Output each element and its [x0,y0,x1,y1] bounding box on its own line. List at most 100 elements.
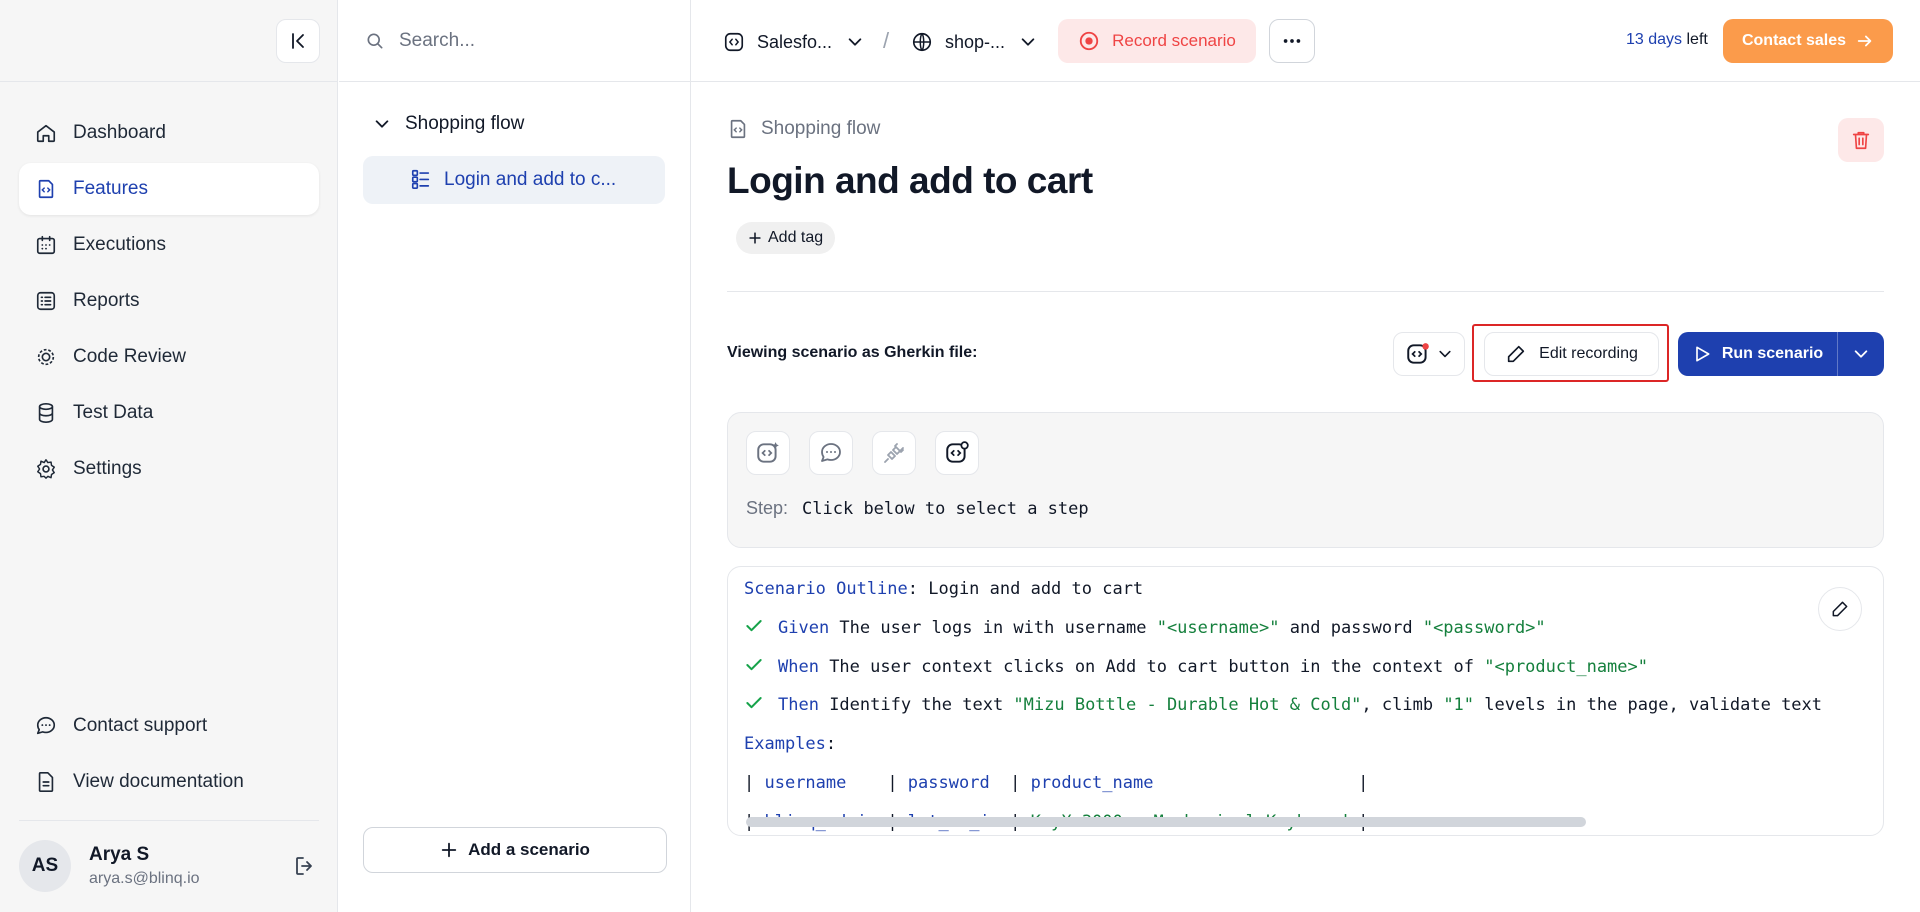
sidebar-item-label: Settings [73,458,142,479]
code-text: , climb [1361,695,1444,715]
chat-icon [33,713,59,739]
keyword: Examples [744,734,826,754]
sidebar-item-reports[interactable]: Reports [19,275,319,327]
comment-step-button[interactable] [809,431,853,475]
code-line-examples[interactable]: Examples: [744,732,836,756]
plus-icon [748,231,762,245]
record-icon [1078,30,1100,52]
sidebar-item-label: Test Data [73,402,154,423]
edit-recording-button[interactable]: Edit recording [1484,332,1659,376]
code-settings-icon [946,441,969,463]
keyword: Scenario Outline [744,579,908,599]
code-text: : [825,734,837,754]
horizontal-scrollbar[interactable] [746,817,1586,827]
sidebar-item-settings[interactable]: Settings [19,443,319,495]
sidebar: Dashboard Features Executions Reports Co… [0,0,338,912]
step-row: Step: Click below to select a step [746,498,1089,519]
sidebar-item-test-data[interactable]: Test Data [19,387,319,439]
code-text: levels in the page, validate text [1474,695,1823,715]
user-name: Arya S [89,844,150,865]
sidebar-item-label: Reports [73,290,140,311]
search-bar[interactable]: Search... [339,0,690,82]
check-icon [744,693,778,713]
contact-sales-button[interactable]: Contact sales [1723,19,1893,63]
user-email: arya.s@blinq.io [89,870,200,887]
keyword: When [778,657,819,677]
sidebar-header [0,0,337,82]
examples-table-header[interactable]: | username | password | product_name | [744,771,1368,795]
chevron-down-icon [1437,346,1453,362]
tree-item-login-and-add-to-cart[interactable]: Login and add to c... [363,156,665,204]
settings-code-step-button[interactable] [935,431,979,475]
add-tag-label: Add tag [768,229,824,246]
string-literal: "<password>" [1422,618,1546,638]
table-cell: product_name [1030,773,1348,793]
view-documentation-label: View documentation [73,771,244,792]
string-literal: "1" [1443,695,1475,715]
string-literal: "<username>" [1156,618,1280,638]
delete-scenario-button[interactable] [1838,118,1884,162]
avatar[interactable]: AS [19,840,71,892]
step-panel: Step: Click below to select a step [727,412,1884,548]
arrow-right-icon [1856,32,1874,50]
feature-name: Shopping flow [761,118,881,139]
keyword: Then [778,695,819,715]
document-icon [33,769,59,795]
step-text: Click below to select a step [802,498,1089,519]
collapse-sidebar-button[interactable] [276,19,320,63]
view-mode-dropdown[interactable] [1393,332,1465,376]
sidebar-item-label: Code Review [73,346,186,367]
add-scenario-button[interactable]: Add a scenario [363,827,667,873]
sidebar-footer-links: Contact support View documentation [19,700,319,812]
trial-days: 13 days [1626,31,1683,48]
code-line-outline[interactable]: Scenario Outline: Login and add to cart [744,577,1143,601]
check-icon [744,655,778,675]
ai-code-icon [757,442,779,463]
sidebar-item-features[interactable]: Features [19,163,319,215]
table-cell: password [907,773,1000,793]
project-icon [723,31,745,53]
divider [19,820,319,821]
project-selector[interactable]: Salesfo... [723,24,864,60]
calendar-icon [33,232,59,258]
edit-code-button[interactable] [1818,587,1862,631]
tree-group-label: Shopping flow [405,113,525,134]
step-label: Step: [746,498,789,518]
ai-generate-step-button[interactable] [746,431,790,475]
sidebar-item-code-review[interactable]: Code Review [19,331,319,383]
search-input[interactable]: Search... [399,30,475,52]
globe-icon [911,31,933,53]
feature-breadcrumb[interactable]: Shopping flow [727,118,880,140]
view-documentation-link[interactable]: View documentation [19,756,319,808]
tree-group-shopping-flow[interactable]: Shopping flow [373,113,524,135]
run-scenario-label: Run scenario [1721,345,1824,362]
trash-icon [1852,131,1870,150]
run-options-dropdown[interactable] [1838,332,1884,376]
logout-icon [296,857,312,875]
code-line-step[interactable]: Then Identify the text "Mizu Bottle - Du… [744,693,1822,717]
environment-selector[interactable]: shop-... [911,24,1037,60]
contact-sales-label: Contact sales [1741,32,1847,49]
check-icon [744,616,778,636]
contact-support-link[interactable]: Contact support [19,700,319,752]
sidebar-item-label: Dashboard [73,122,166,143]
scenario-tree-icon [410,168,432,190]
sidebar-item-executions[interactable]: Executions [19,219,319,271]
sidebar-item-dashboard[interactable]: Dashboard [19,107,319,159]
keyword: Given [778,618,830,638]
settings-icon [33,456,59,482]
home-icon [33,120,59,146]
code-text: and password [1279,618,1423,638]
project-name: Salesfo... [757,31,833,52]
chat-icon [821,443,841,462]
collapse-left-icon [292,33,304,49]
disconnect-step-button[interactable] [872,431,916,475]
chevron-down-icon [846,33,864,51]
logout-button[interactable] [291,852,319,880]
code-line-step[interactable]: Given The user logs in with username "<u… [744,616,1546,640]
add-tag-button[interactable]: Add tag [736,222,836,254]
more-options-button[interactable] [1269,19,1315,63]
run-scenario-button[interactable]: Run scenario [1678,332,1838,376]
record-scenario-button[interactable]: Record scenario [1058,19,1256,63]
code-line-step[interactable]: When The user context clicks on Add to c… [744,655,1648,679]
